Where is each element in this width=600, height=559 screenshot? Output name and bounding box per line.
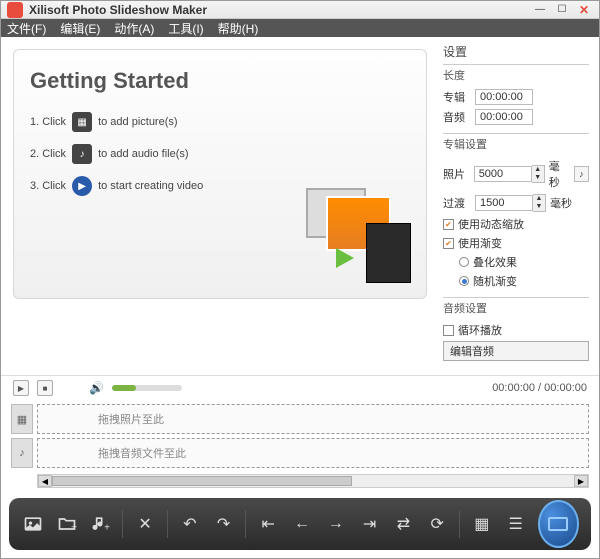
app-icon xyxy=(7,2,23,18)
move-left-button[interactable]: ← xyxy=(290,510,314,538)
dynamic-zoom-label: 使用动态缩放 xyxy=(458,216,524,232)
create-video-button[interactable] xyxy=(538,500,579,548)
audio-track-icon[interactable]: ♪ xyxy=(11,438,33,468)
time-display: 00:00:00 / 00:00:00 xyxy=(492,382,587,394)
audio-settings-title: 音频设置 xyxy=(443,300,589,316)
ms-unit-2: 毫秒 xyxy=(550,195,572,211)
step1-text: to add picture(s) xyxy=(98,116,177,128)
scroll-left-icon[interactable]: ◀ xyxy=(38,475,52,487)
menubar: 文件(F) 编辑(E) 动作(A) 工具(I) 帮助(H) xyxy=(1,19,599,37)
random-gradient-radio[interactable] xyxy=(459,276,469,286)
step2-prefix: 2. Click xyxy=(30,148,66,160)
step3-text: to start creating video xyxy=(98,180,203,192)
album-settings-title: 专辑设置 xyxy=(443,136,589,152)
step-1: 1. Click ▦ to add picture(s) xyxy=(30,112,410,132)
move-start-button[interactable]: ⇤ xyxy=(256,510,280,538)
album-length-value: 00:00:00 xyxy=(475,89,533,105)
transition-duration-input[interactable]: 1500 xyxy=(475,195,533,211)
photo-duration-label: 照片 xyxy=(443,166,470,182)
gradient-label: 使用渐变 xyxy=(458,235,502,251)
delete-button[interactable]: ✕ xyxy=(133,510,157,538)
transition-duration-spinner[interactable]: ▲▼ xyxy=(533,194,546,212)
rotate-right-button[interactable]: ↷ xyxy=(212,510,236,538)
getting-started-heading: Getting Started xyxy=(30,68,410,94)
photo-track-icon[interactable]: ▦ xyxy=(11,404,33,434)
move-right-button[interactable]: → xyxy=(324,510,348,538)
app-title: Xilisoft Photo Slideshow Maker xyxy=(29,3,531,17)
loop-playback-checkbox[interactable] xyxy=(443,325,454,336)
move-end-button[interactable]: ⇥ xyxy=(358,510,382,538)
list-view-button[interactable]: ☰ xyxy=(504,510,528,538)
menu-action[interactable]: 动作(A) xyxy=(114,20,154,37)
gradient-checkbox[interactable] xyxy=(443,238,454,249)
dynamic-zoom-checkbox[interactable] xyxy=(443,219,454,230)
maximize-button[interactable]: ☐ xyxy=(553,2,571,18)
add-folder-button[interactable]: + xyxy=(55,510,79,538)
video-icon: ▶ xyxy=(72,176,92,196)
add-picture-button[interactable] xyxy=(21,510,45,538)
decorative-graphic xyxy=(296,188,416,288)
getting-started-card: Getting Started 1. Click ▦ to add pictur… xyxy=(13,49,427,299)
menu-help[interactable]: 帮助(H) xyxy=(218,20,259,37)
audio-drop-zone[interactable]: 拖拽音频文件至此 xyxy=(37,438,589,468)
menu-file[interactable]: 文件(F) xyxy=(7,20,46,37)
length-group: 长度 专辑 00:00:00 音频 00:00:00 xyxy=(443,64,589,125)
loop-playback-label: 循环播放 xyxy=(458,322,502,338)
bottom-toolbar: + + ✕ ↶ ↷ ⇤ ← → ⇥ ⇄ ⟳ ▦ ☰ xyxy=(9,498,591,550)
album-length-label: 专辑 xyxy=(443,89,471,105)
menu-tools[interactable]: 工具(I) xyxy=(168,20,203,37)
audio-settings-group: 音频设置 循环播放 编辑音频 xyxy=(443,297,589,361)
stop-button[interactable]: ■ xyxy=(37,380,53,396)
preview-area: Getting Started 1. Click ▦ to add pictur… xyxy=(1,37,439,375)
volume-icon[interactable]: 🔊 xyxy=(89,381,104,395)
settings-title: 设置 xyxy=(443,43,589,60)
photo-drop-zone[interactable]: 拖拽照片至此 xyxy=(37,404,589,434)
album-settings-group: 专辑设置 照片 5000 ▲▼ 毫秒 ♪ 过渡 1500 xyxy=(443,133,589,289)
refresh-button[interactable]: ⟳ xyxy=(425,510,449,538)
step3-prefix: 3. Click xyxy=(30,180,66,192)
step-2: 2. Click ♪ to add audio file(s) xyxy=(30,144,410,164)
scroll-right-icon[interactable]: ▶ xyxy=(574,475,588,487)
overlay-effect-label: 叠化效果 xyxy=(473,254,517,270)
length-group-title: 长度 xyxy=(443,67,589,83)
transition-duration-label: 过渡 xyxy=(443,195,471,211)
ms-unit-1: 毫秒 xyxy=(549,158,570,190)
minimize-button[interactable]: — xyxy=(531,2,549,18)
app-window: Xilisoft Photo Slideshow Maker — ☐ ✕ 文件(… xyxy=(0,0,600,559)
titlebar: Xilisoft Photo Slideshow Maker — ☐ ✕ xyxy=(1,1,599,19)
picture-icon: ▦ xyxy=(72,112,92,132)
photo-duration-spinner[interactable]: ▲▼ xyxy=(532,165,545,183)
timeline-tracks: ▦ ♪ 拖拽照片至此 拖拽音频文件至此 ◀ ▶ xyxy=(1,400,599,494)
playback-controls: ▶ ■ 🔊 00:00:00 / 00:00:00 xyxy=(1,375,599,400)
music-note-button[interactable]: ♪ xyxy=(574,166,589,182)
audio-icon: ♪ xyxy=(72,144,92,164)
grid-view-button[interactable]: ▦ xyxy=(470,510,494,538)
timeline-scrollbar[interactable]: ◀ ▶ xyxy=(37,474,589,488)
step2-text: to add audio file(s) xyxy=(98,148,189,160)
audio-length-label: 音频 xyxy=(443,109,471,125)
volume-slider[interactable] xyxy=(112,385,182,391)
overlay-effect-radio[interactable] xyxy=(459,257,469,267)
rotate-left-button[interactable]: ↶ xyxy=(178,510,202,538)
close-button[interactable]: ✕ xyxy=(575,2,593,18)
svg-text:+: + xyxy=(105,523,111,534)
svg-text:+: + xyxy=(71,523,77,534)
add-audio-button[interactable]: + xyxy=(89,510,113,538)
play-button[interactable]: ▶ xyxy=(13,380,29,396)
settings-panel: 设置 长度 专辑 00:00:00 音频 00:00:00 专辑设置 照 xyxy=(439,37,599,375)
random-gradient-label: 随机渐变 xyxy=(473,273,517,289)
edit-audio-button[interactable]: 编辑音频 xyxy=(443,341,589,361)
shuffle-button[interactable]: ⇄ xyxy=(392,510,416,538)
audio-length-value: 00:00:00 xyxy=(475,109,533,125)
scrollbar-thumb[interactable] xyxy=(52,476,352,486)
photo-duration-input[interactable]: 5000 xyxy=(474,166,532,182)
menu-edit[interactable]: 编辑(E) xyxy=(60,20,100,37)
step1-prefix: 1. Click xyxy=(30,116,66,128)
